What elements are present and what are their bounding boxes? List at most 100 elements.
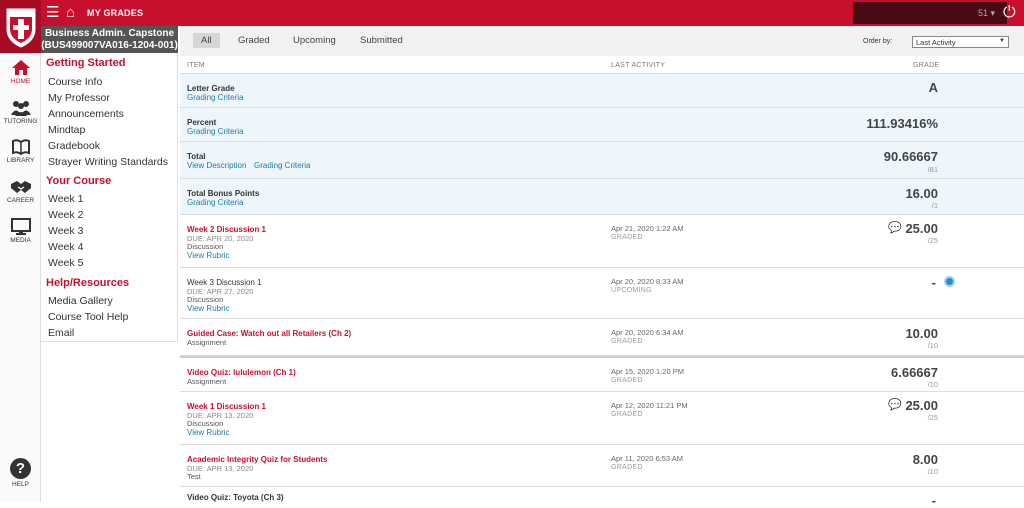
item-grade: 8.00 [912,452,938,467]
menu-item-media-gallery[interactable]: Media Gallery [48,295,113,307]
menu-item-gradebook[interactable]: Gradebook [48,140,100,152]
university-logo[interactable] [0,0,41,53]
view-rubric-link[interactable]: View Rubric [187,251,230,260]
menu-item-week-2[interactable]: Week 2 [48,209,83,221]
page-title: MY GRADES [87,8,144,18]
col-header-item: ITEM [187,62,205,69]
menu-item-course-info[interactable]: Course Info [48,76,102,88]
item-type: Discussion [187,242,224,251]
menu-item-writing-standards[interactable]: Strayer Writing Standards [48,156,168,168]
item-status: GRADED [611,338,643,345]
item-activity: Apr 20, 2020 6:34 AM [611,328,684,337]
menu-item-week-4[interactable]: Week 4 [48,241,83,253]
grading-criteria-link[interactable]: Grading Criteria [187,198,243,207]
comment-bubble-icon[interactable]: 💬 [888,221,902,234]
item-activity: Apr 15, 2020 1:20 PM [611,367,684,376]
col-header-last-activity: LAST ACTIVITY [611,62,666,69]
tab-upcoming[interactable]: Upcoming [293,35,336,46]
item-status: GRADED [611,377,643,384]
comment-bubble-icon[interactable]: 💬 [888,398,902,411]
home-icon[interactable]: ⌂ [66,5,75,21]
summary-row-bonus-points: Total Bonus Points Grading Criteria 16.0… [180,179,1024,215]
nav-library[interactable]: LIBRARY [0,139,41,164]
course-header: Business Admin. Capstone (BUS499007VA016… [41,26,178,53]
tab-graded[interactable]: Graded [238,35,270,46]
menu-item-week-3[interactable]: Week 3 [48,225,83,237]
grade-row: Video Quiz: Toyota (Ch 3) - [180,487,1024,508]
summary-grade: 16.00 [905,186,938,201]
summary-outof: /81 [927,165,938,174]
grading-criteria-link[interactable]: Grading Criteria [187,127,243,136]
power-icon[interactable]: ⏻ [1003,4,1016,22]
user-menu[interactable]: 51 ▾ [853,2,1007,24]
grade-row: Week 3 Discussion 1 DUE: APR 27, 2020 Di… [180,268,1024,319]
item-outof: /25 [927,236,938,245]
item-activity: Apr 12, 2020 11:21 PM [611,401,688,410]
book-icon [11,139,30,155]
item-outof: /10 [927,380,938,389]
menu-item-my-professor[interactable]: My Professor [48,92,110,104]
item-name-link[interactable]: Guided Case: Watch out all Retailers (Ch… [187,329,351,338]
nav-home[interactable]: HOME [0,59,41,85]
item-grade: 25.00 [905,398,938,413]
item-activity: Apr 21, 2020 1:22 AM [611,224,684,233]
nav-home-label: HOME [10,78,31,85]
summary-name: Letter Grade [187,84,235,93]
item-name-link[interactable]: Academic Integrity Quiz for Students [187,455,327,464]
item-name-link[interactable]: Week 3 Discussion 1 [187,278,262,287]
menu-item-email[interactable]: Email [48,327,74,339]
item-name-link[interactable]: Week 1 Discussion 1 [187,402,266,411]
nav-career-label: CAREER [6,197,35,204]
tab-submitted[interactable]: Submitted [360,35,403,46]
nav-help[interactable]: ? HELP [0,458,41,488]
nav-library-label: LIBRARY [6,157,35,164]
item-name-link[interactable]: Video Quiz: lululemon (Ch 1) [187,368,296,377]
item-name-link[interactable]: Video Quiz: Toyota (Ch 3) [187,493,284,502]
grade-row: Academic Integrity Quiz for Students DUE… [180,445,1024,487]
menu-item-course-tool-help[interactable]: Course Tool Help [48,311,128,323]
dropdown-arrow-icon: ▼ [999,38,1005,44]
menu-item-week-1[interactable]: Week 1 [48,193,83,205]
grading-criteria-link[interactable]: Grading Criteria [187,93,243,102]
item-type: Assignment [187,338,227,347]
view-description-link[interactable]: View Description [187,161,246,170]
menu-item-mindtap[interactable]: Mindtap [48,124,85,136]
order-by-select[interactable]: Last Activity ▼ [912,36,1009,48]
col-header-grade: GRADE [913,62,940,69]
grade-row: Week 1 Discussion 1 DUE: APR 13, 2020 Di… [180,392,1024,445]
course-code: (BUS499007VA016-1204-001) [41,40,178,51]
item-name-link[interactable]: Week 2 Discussion 1 [187,225,266,234]
summary-name: Total [187,152,206,161]
summary-name: Total Bonus Points [187,189,260,198]
nav-career[interactable]: CAREER [0,179,41,204]
help-icon: ? [10,458,31,479]
menu-heading-getting-started: Getting Started [46,57,126,69]
item-outof: /25 [927,413,938,422]
tab-all[interactable]: All [193,33,220,48]
filter-bar: All Graded Upcoming Submitted Order by: … [180,26,1024,56]
course-title: Business Admin. Capstone [44,28,175,39]
summary-name: Percent [187,118,217,127]
nav-media[interactable]: MEDIA [0,218,41,244]
nav-tutoring-label: TUTORING [3,118,38,125]
people-icon [10,101,31,116]
shield-logo-icon [6,8,35,48]
menu-heading-help-resources: Help/Resources [46,277,130,289]
summary-grade: 90.66667 [883,149,938,164]
menu-item-announcements[interactable]: Announcements [48,108,124,120]
hamburger-menu-icon[interactable]: ☰ [46,5,59,21]
grade-row: Guided Case: Watch out all Retailers (Ch… [180,319,1024,356]
item-type: Discussion [187,419,224,428]
menu-item-week-5[interactable]: Week 5 [48,257,83,269]
item-grade: 25.00 [905,221,938,236]
nav-help-label: HELP [12,481,29,488]
nav-tutoring[interactable]: TUTORING [0,100,41,125]
summary-row-percent: Percent Grading Criteria 111.93416% [180,108,1024,142]
left-icon-nav: HOME TUTORING LIBRARY CAREER MEDIA ? HEL… [0,53,41,502]
view-rubric-link[interactable]: View Rubric [187,304,230,313]
view-rubric-link[interactable]: View Rubric [187,428,230,437]
item-status: GRADED [611,411,643,418]
item-status: GRADED [611,464,643,471]
summary-outof: /1 [931,201,938,210]
grading-criteria-link[interactable]: Grading Criteria [254,161,310,170]
